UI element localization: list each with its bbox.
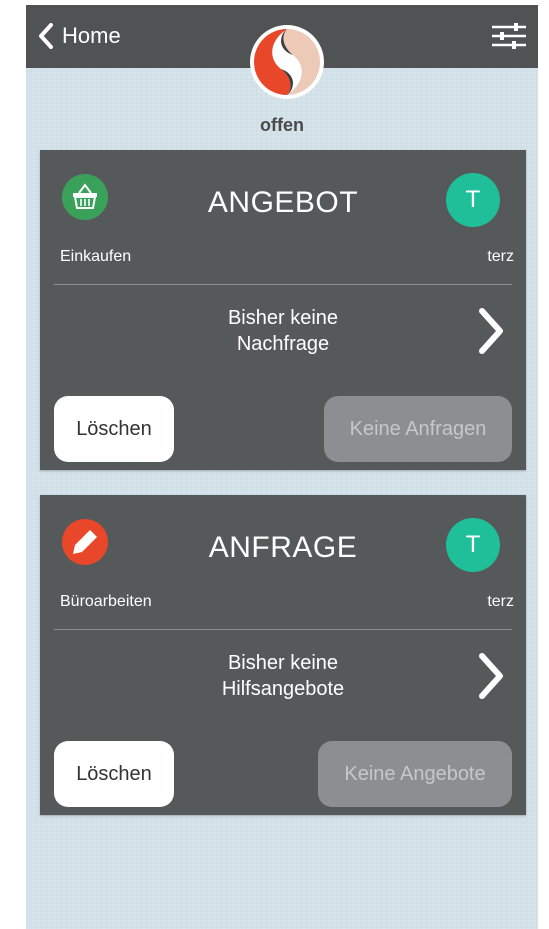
delete-button[interactable]: Löschen	[54, 396, 174, 462]
app-logo	[250, 25, 324, 99]
message-line: Nachfrage	[236, 333, 330, 355]
divider	[54, 284, 512, 285]
user-name: terz	[487, 248, 514, 265]
no-offers-button: Keine Angebote	[318, 741, 512, 807]
chevron-left-icon	[39, 23, 53, 49]
app-screen: Home offen ANGEBOT T Einkaufen terz Bish…	[26, 5, 538, 929]
user-avatar[interactable]: T	[446, 518, 500, 572]
settings-button[interactable]	[490, 21, 528, 51]
sliders-icon	[492, 23, 526, 49]
request-card: ANFRAGE T Büroarbeiten terz Bisher keine…	[40, 495, 526, 815]
chevron-right-icon[interactable]	[476, 305, 506, 357]
user-avatar[interactable]: T	[446, 173, 500, 227]
offer-card: ANGEBOT T Einkaufen terz Bisher keine Na…	[40, 150, 526, 470]
message-text: Bisher keine Hilfsangebote	[40, 650, 526, 702]
category-label: Einkaufen	[60, 248, 132, 265]
message-line: Bisher keine	[227, 652, 339, 674]
delete-button[interactable]: Löschen	[54, 741, 174, 807]
message-line: Bisher keine	[227, 307, 339, 329]
no-requests-button: Keine Anfragen	[324, 396, 512, 462]
status-label: offen	[260, 115, 304, 135]
chevron-right-icon[interactable]	[476, 650, 506, 702]
user-name: terz	[487, 593, 514, 610]
message-line: Hilfsangebote	[221, 678, 345, 700]
back-button[interactable]: Home	[36, 19, 121, 53]
message-text: Bisher keine Nachfrage	[40, 305, 526, 357]
divider	[54, 629, 512, 630]
back-label: Home	[62, 23, 121, 48]
category-label: Büroarbeiten	[60, 593, 152, 610]
